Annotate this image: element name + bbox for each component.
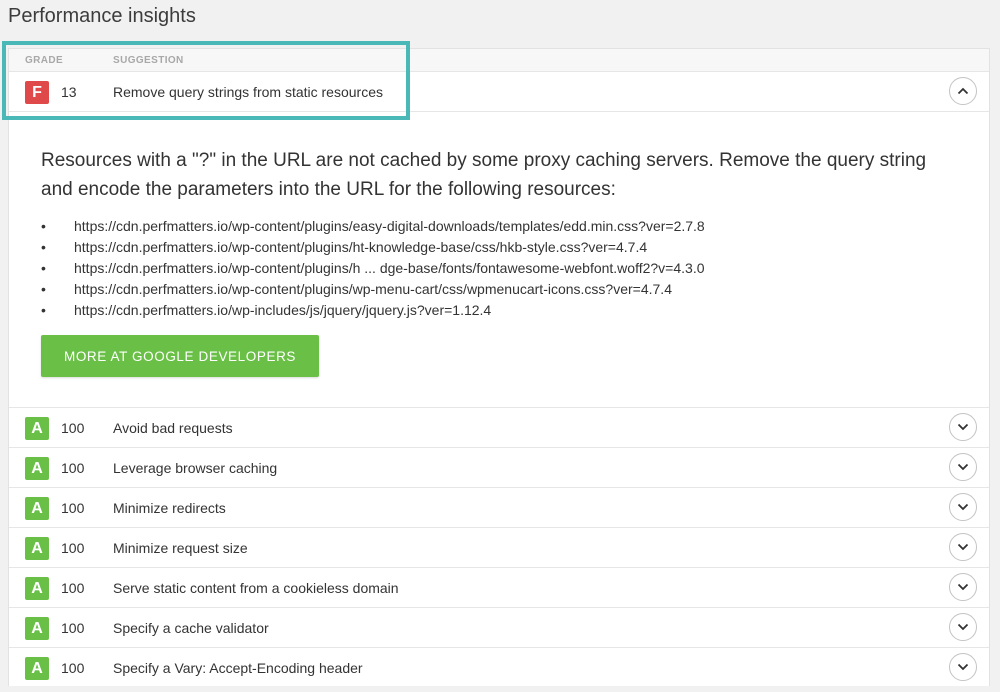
score-value: 100 (61, 500, 85, 516)
insights-panel: GRADE SUGGESTION F 13 Remove query strin… (8, 48, 990, 686)
insight-description: Resources with a "?" in the URL are not … (41, 150, 927, 200)
grade-badge: A (25, 537, 49, 560)
insight-row[interactable]: A 100 Specify a cache validator (9, 608, 989, 648)
resource-url: https://cdn.perfmatters.io/wp-content/pl… (41, 279, 705, 300)
score-value: 100 (61, 540, 85, 556)
collapse-toggle-button[interactable] (949, 77, 977, 105)
google-developers-button[interactable]: MORE AT GOOGLE DEVELOPERS (41, 335, 319, 377)
page-title: Performance insights (8, 5, 196, 27)
grade-badge: A (25, 657, 49, 680)
score-value: 100 (61, 660, 85, 676)
chevron-down-icon (957, 463, 969, 471)
suggestion-text: Specify a Vary: Accept-Encoding header (113, 660, 363, 676)
expand-toggle-button[interactable] (949, 413, 977, 441)
suggestion-text: Avoid bad requests (113, 420, 233, 436)
chevron-down-icon (957, 623, 969, 631)
expand-toggle-button[interactable] (949, 613, 977, 641)
chevron-down-icon (957, 543, 969, 551)
suggestion-column-header: SUGGESTION (113, 55, 184, 66)
expand-toggle-button[interactable] (949, 573, 977, 601)
expand-toggle-button[interactable] (949, 453, 977, 481)
expand-toggle-button[interactable] (949, 653, 977, 681)
resource-url: https://cdn.perfmatters.io/wp-content/pl… (41, 237, 705, 258)
resource-list: https://cdn.perfmatters.io/wp-content/pl… (41, 216, 705, 321)
chevron-down-icon (957, 503, 969, 511)
insight-row[interactable]: A 100 Minimize request size (9, 528, 989, 568)
chevron-up-icon (957, 87, 969, 95)
chevron-down-icon (957, 423, 969, 431)
score-value: 100 (61, 460, 85, 476)
insight-detail: Resources with a "?" in the URL are not … (9, 112, 989, 408)
insight-row[interactable]: A 100 Leverage browser caching (9, 448, 989, 488)
expand-toggle-button[interactable] (949, 533, 977, 561)
grade-badge: A (25, 577, 49, 600)
resource-url: https://cdn.perfmatters.io/wp-content/pl… (41, 216, 705, 237)
insight-row[interactable]: A 100 Serve static content from a cookie… (9, 568, 989, 608)
score-value: 13 (61, 84, 77, 100)
grade-badge: A (25, 617, 49, 640)
suggestion-text: Leverage browser caching (113, 460, 278, 476)
chevron-down-icon (957, 583, 969, 591)
resource-url: https://cdn.perfmatters.io/wp-content/pl… (41, 258, 705, 279)
insight-row[interactable]: A 100 Avoid bad requests (9, 408, 989, 448)
suggestion-text: Specify a cache validator (113, 620, 269, 636)
insight-row[interactable]: A 100 Minimize redirects (9, 488, 989, 528)
chevron-down-icon (957, 663, 969, 671)
insight-row-expanded[interactable]: F 13 Remove query strings from static re… (9, 72, 989, 112)
table-header: GRADE SUGGESTION (9, 49, 989, 72)
resource-url: https://cdn.perfmatters.io/wp-includes/j… (41, 300, 705, 321)
expand-toggle-button[interactable] (949, 493, 977, 521)
suggestion-text: Minimize redirects (113, 500, 226, 516)
suggestion-text: Remove query strings from static resourc… (113, 84, 383, 100)
grade-column-header: GRADE (25, 55, 64, 66)
grade-badge: A (25, 457, 49, 480)
grade-badge: F (25, 81, 49, 104)
grade-badge: A (25, 417, 49, 440)
grade-badge: A (25, 497, 49, 520)
suggestion-text: Serve static content from a cookieless d… (113, 580, 399, 596)
score-value: 100 (61, 420, 85, 436)
insight-row[interactable]: A 100 Specify a Vary: Accept-Encoding he… (9, 648, 989, 686)
score-value: 100 (61, 620, 85, 636)
suggestion-text: Minimize request size (113, 540, 248, 556)
score-value: 100 (61, 580, 85, 596)
